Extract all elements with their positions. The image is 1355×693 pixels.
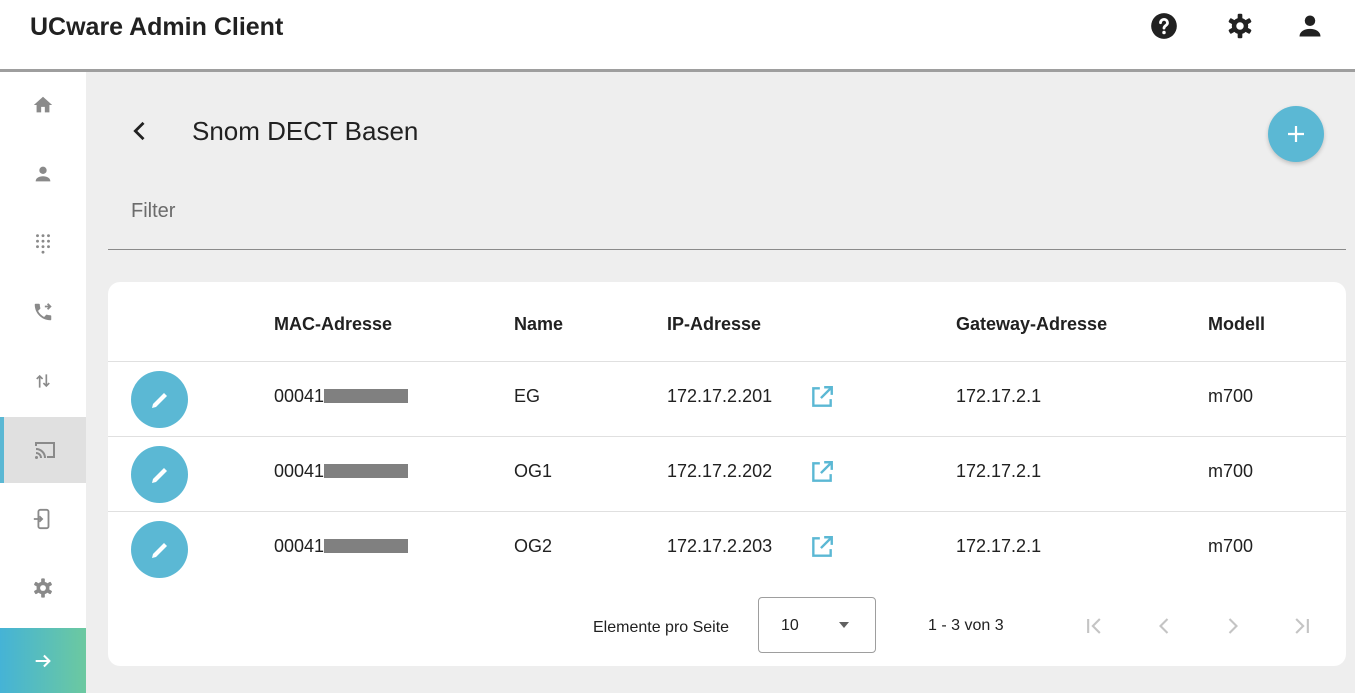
cast-icon (35, 442, 55, 459)
nav-device-provision[interactable] (0, 486, 86, 552)
last-page-icon (1295, 618, 1309, 634)
page-title: Snom DECT Basen (192, 116, 419, 146)
gateway-cell: 172.17.2.1 (956, 386, 1042, 406)
nav-call-forward[interactable] (0, 279, 86, 345)
mac-cell: 00041 (274, 461, 409, 482)
filter-label: Filter (131, 200, 176, 222)
open-in-new-icon[interactable] (809, 384, 835, 410)
top-app-bar: UCware Admin Client (0, 0, 1355, 72)
model-cell: m700 (1208, 461, 1254, 481)
mac-prefix: 00041 (274, 461, 325, 481)
back-button[interactable] (126, 117, 154, 145)
redaction-bar (324, 464, 409, 478)
edit-button[interactable] (131, 371, 188, 428)
dialpad-icon (36, 234, 50, 254)
open-in-new-icon[interactable] (809, 534, 835, 560)
mac-prefix: 00041 (274, 386, 325, 406)
nav-dect-bases[interactable] (0, 417, 86, 483)
open-in-new-icon[interactable] (809, 459, 835, 485)
app-title: UCware Admin Client (30, 13, 284, 41)
help-icon[interactable] (1150, 12, 1178, 40)
filter-input[interactable]: Filter (108, 184, 1346, 250)
page-size-select[interactable]: 10 (758, 597, 876, 653)
pencil-icon (151, 392, 167, 408)
last-page-button[interactable] (1288, 612, 1316, 640)
page-size-value: 10 (781, 617, 799, 634)
nav-users[interactable] (0, 141, 86, 207)
account-icon[interactable] (1296, 12, 1324, 40)
chevron-right-icon (1228, 618, 1238, 634)
plus-icon (1288, 126, 1304, 142)
nav-dialpad[interactable] (0, 210, 86, 276)
column-header-name[interactable]: Name (514, 314, 563, 335)
mac-prefix: 00041 (274, 536, 325, 556)
table-row: 00041 EG 172.17.2.201 172.17.2.1 m700 (108, 361, 1346, 437)
column-header-ip[interactable]: IP-Adresse (667, 314, 761, 335)
mac-cell: 00041 (274, 386, 409, 407)
previous-page-button[interactable] (1150, 612, 1178, 640)
table-row: 00041 OG1 172.17.2.202 172.17.2.1 m700 (108, 436, 1346, 512)
items-per-page-label: Elemente pro Seite (593, 619, 730, 636)
user-icon (35, 166, 51, 182)
call-forward-icon (34, 303, 52, 321)
chevron-left-icon (1159, 618, 1169, 634)
column-header-gateway[interactable]: Gateway-Adresse (956, 314, 1107, 335)
first-page-icon (1087, 618, 1101, 634)
sidebar-expand-button[interactable] (0, 628, 86, 693)
column-header-model[interactable]: Modell (1208, 314, 1265, 335)
first-page-button[interactable] (1080, 612, 1108, 640)
dropdown-arrow-icon (839, 622, 849, 628)
page-range-label: 1 - 3 von 3 (928, 617, 1004, 634)
arrow-right-icon (35, 654, 51, 667)
redaction-bar (324, 389, 409, 403)
redaction-bar (324, 539, 409, 553)
gateway-cell: 172.17.2.1 (956, 461, 1042, 481)
ip-cell: 172.17.2.203 (667, 536, 773, 556)
table-card: MAC-Adresse Name IP-Adresse Gateway-Adre… (108, 282, 1346, 666)
home-icon (33, 96, 53, 113)
name-cell: EG (514, 386, 541, 406)
edit-button[interactable] (131, 446, 188, 503)
column-header-mac[interactable]: MAC-Adresse (274, 314, 392, 335)
import-export-icon (36, 374, 50, 388)
nav-import-export[interactable] (0, 348, 86, 414)
pencil-icon (151, 542, 167, 558)
add-button[interactable] (1268, 106, 1324, 162)
main-content: Snom DECT Basen Filter MAC-Adresse Name … (86, 72, 1355, 693)
mac-cell: 00041 (274, 536, 409, 557)
gateway-cell: 172.17.2.1 (956, 536, 1042, 556)
settings-icon (34, 578, 52, 598)
settings-icon[interactable] (1226, 12, 1254, 40)
name-cell: OG2 (514, 536, 553, 556)
ip-cell: 172.17.2.202 (667, 461, 773, 481)
edit-button[interactable] (131, 521, 188, 578)
name-cell: OG1 (514, 461, 553, 481)
ip-cell: 172.17.2.201 (667, 386, 773, 406)
next-page-button[interactable] (1219, 612, 1247, 640)
nav-settings[interactable] (0, 555, 86, 621)
chevron-left-icon (133, 121, 145, 141)
model-cell: m700 (1208, 536, 1254, 556)
pencil-icon (151, 467, 167, 483)
sidebar (0, 72, 86, 693)
table-row: 00041 OG2 172.17.2.203 172.17.2.1 m700 (108, 511, 1346, 587)
model-cell: m700 (1208, 386, 1254, 406)
device-provision-icon (33, 508, 50, 530)
nav-home[interactable] (0, 72, 86, 138)
